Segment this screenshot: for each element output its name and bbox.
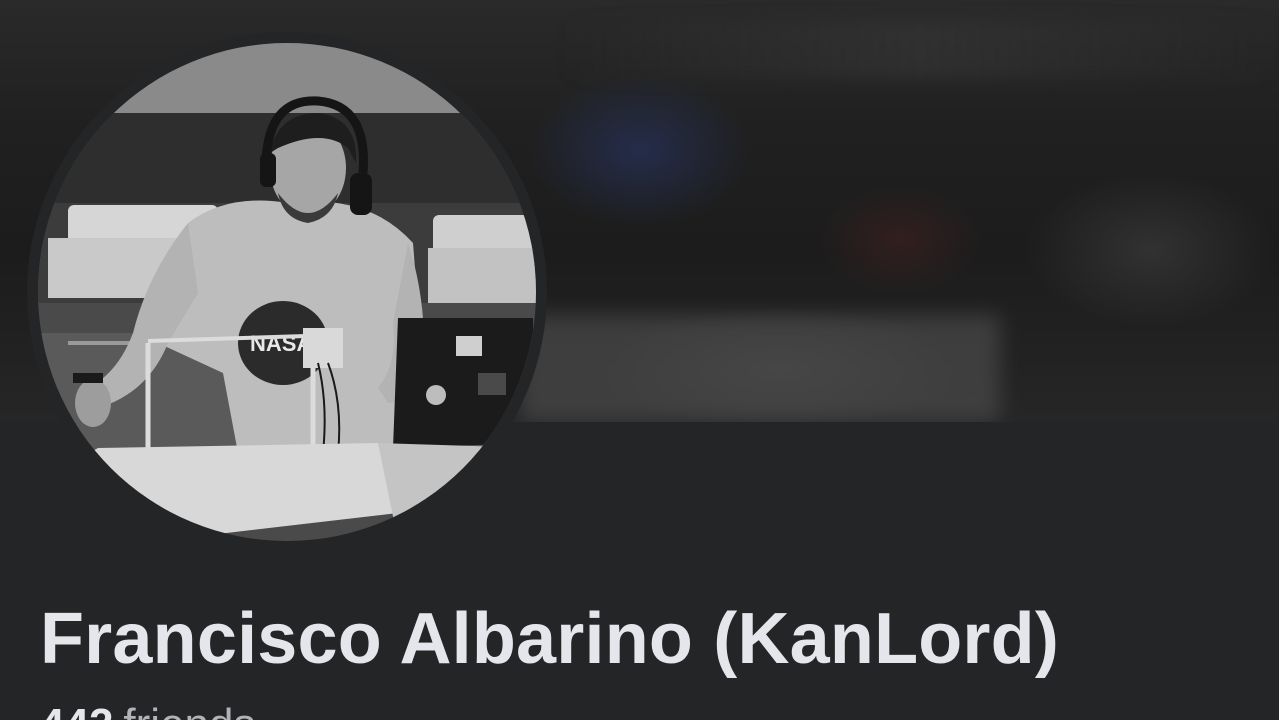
profile-picture[interactable]: NASA bbox=[38, 43, 536, 541]
profile-name: Francisco Albarino (KanLord) bbox=[40, 599, 1060, 679]
friends-label: friends bbox=[123, 700, 255, 720]
profile-header: NASA Francisco Albarino (KanLord) bbox=[0, 0, 1279, 720]
cover-blur-floor bbox=[520, 315, 1000, 422]
friends-count-link[interactable]: 442 friends bbox=[40, 700, 256, 720]
cover-blur-band bbox=[560, 20, 1279, 80]
friends-count: 442 bbox=[40, 700, 113, 720]
profile-photo-image: NASA bbox=[38, 43, 536, 541]
